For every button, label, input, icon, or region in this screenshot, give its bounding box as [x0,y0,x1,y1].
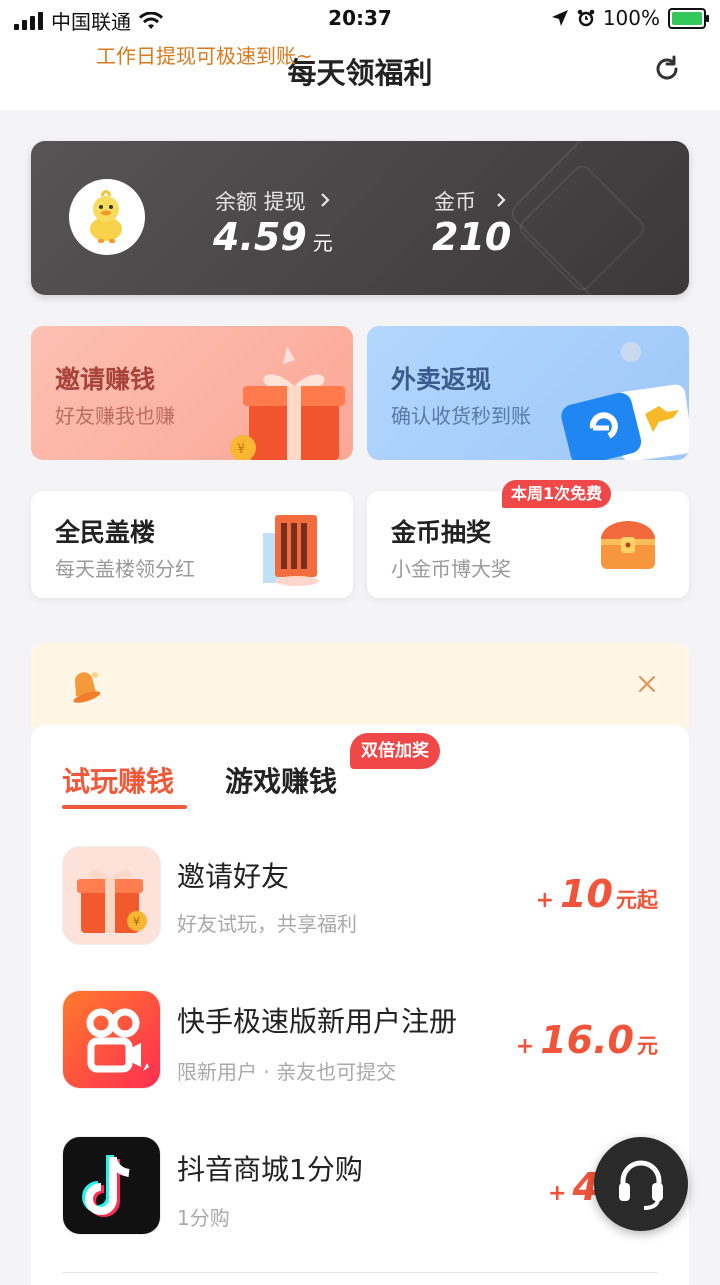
takeout-cashback-card[interactable]: 外卖返现 确认收货秒到账 [367,326,689,460]
close-icon[interactable] [638,675,656,693]
task-title: 抖音商城1分购 [177,1153,363,1186]
tab-trial-earn[interactable]: 试玩赚钱 [62,760,174,800]
task-subtitle: 限新用户 · 亲友也可提交 [177,1060,397,1084]
divider [62,1272,658,1273]
status-right: 100% [551,6,709,30]
task-reward: +16.0 元 [515,1018,658,1062]
task-title: 快手极速版新用户注册 [177,1005,458,1038]
customer-support-button[interactable] [594,1137,688,1231]
svg-text:¥: ¥ [133,915,140,928]
balance-card: 余额 提现 4.59 元 金币 210 [31,141,689,295]
gift-box-icon: ¥ [230,346,345,460]
notice-bar [31,643,689,729]
coin-label: 金币 [434,190,476,214]
kuaishou-logo-icon [86,1008,149,1073]
build-tower-subtitle: 每天盖楼领分红 [55,557,195,581]
invite-earn-title: 邀请赚钱 [55,365,156,394]
duck-avatar-icon [90,190,122,243]
coin-lottery-title: 金币抽奖 [391,518,492,547]
svg-text:¥: ¥ [237,442,245,457]
balance-value: 4.59 [213,215,307,259]
takeout-cashback-subtitle: 确认收货秒到账 [391,404,531,428]
bell-icon [73,672,101,703]
free-weekly-badge: 本周1次免费 [502,480,612,508]
balance-unit: 元 [312,231,333,255]
task-reward: +10 元起 [535,872,658,916]
headset-icon [619,1160,663,1210]
task-icon-douyin [62,1136,161,1235]
build-tower-title: 全民盖楼 [55,518,156,547]
coin-lottery-subtitle: 小金币博大奖 [391,557,511,581]
treasure-chest-icon [601,521,655,569]
alarm-icon [577,9,595,27]
build-tower-card[interactable]: 全民盖楼 每天盖楼领分红 [31,491,353,598]
refresh-icon[interactable] [652,54,682,84]
active-tab-indicator [62,805,187,809]
double-bonus-badge: 双倍加奖 [350,733,440,769]
task-icon-gift: ¥ [62,846,161,945]
takeout-cashback-title: 外卖返现 [391,365,492,394]
task-subtitle: 好友试玩，共享福利 [177,912,357,936]
balance-value-row: 4.59 元 [213,215,333,259]
invite-earn-subtitle: 好友赚我也赚 [55,404,175,428]
tab-game-earn[interactable]: 游戏赚钱 [225,760,337,800]
building-icon [263,515,319,586]
coin-link[interactable]: 金币 [434,186,507,216]
delivery-apps-icon [561,342,689,460]
task-icon-kuaishou [62,990,161,1089]
gift-icon: ¥ [77,869,147,933]
notice-text: 工作日提现可极速到账~ [96,44,313,68]
douyin-logo-icon [82,1155,130,1217]
task-title: 邀请好友 [177,860,290,893]
invite-earn-card[interactable]: 邀请赚钱 好友赚我也赚 ¥ [31,326,353,460]
location-arrow-icon [551,10,568,26]
balance-withdraw-link[interactable]: 余额 提现 [215,186,331,216]
battery-icon [668,7,709,29]
chevron-right-icon [321,193,330,207]
chevron-right-icon [497,193,506,207]
avatar[interactable] [69,179,145,255]
coin-value: 210 [432,215,512,259]
battery-percent: 100% [602,6,660,30]
task-subtitle: 1分购 [177,1206,230,1230]
balance-label: 余额 提现 [215,190,306,214]
